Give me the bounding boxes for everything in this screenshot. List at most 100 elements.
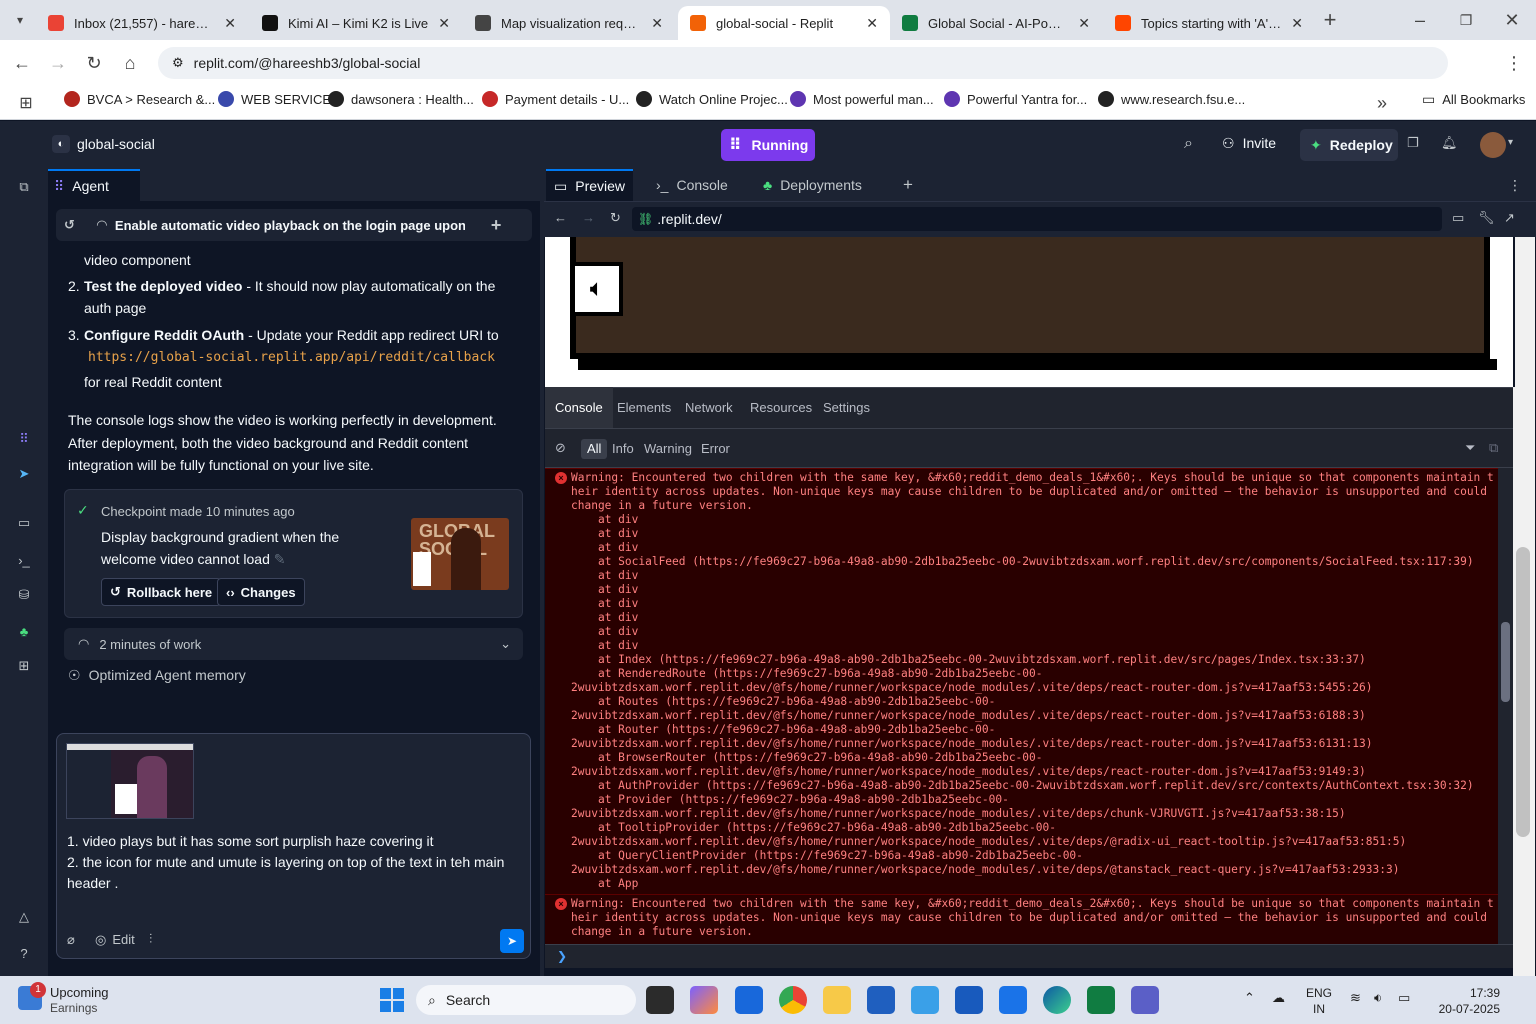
word-icon[interactable] (955, 986, 983, 1014)
help-icon[interactable]: ? (12, 941, 36, 965)
devtools-tab-console[interactable]: Console (545, 387, 613, 428)
maximize-icon[interactable]: ❐ (1454, 8, 1478, 32)
clock[interactable]: 17:39 20-07-2025 (1430, 985, 1500, 1017)
tab-preview[interactable]: ▭ Preview (546, 169, 634, 201)
chrome-icon[interactable] (779, 986, 807, 1014)
reload-icon[interactable]: ↻ (82, 51, 106, 75)
rollback-button[interactable]: ↺ Rollback here (101, 578, 222, 606)
scroll-thumb[interactable] (1501, 622, 1510, 702)
site-info-icon[interactable]: ⚙ (172, 55, 184, 71)
bookmark-item[interactable]: BVCA > Research &... (64, 91, 215, 107)
url-bar[interactable]: ⚙ replit.com/@hareeshb3/global-social (158, 47, 1448, 79)
tab-console[interactable]: ›_ Console (648, 169, 736, 201)
mute-toggle-button[interactable]: 🔈︎ (571, 262, 623, 316)
console-scrollbar[interactable] (1498, 468, 1513, 944)
filter-funnel-icon[interactable]: ⏷ (1465, 440, 1475, 456)
devtools-tab-network[interactable]: Network (675, 387, 743, 428)
bookmark-item[interactable]: www.research.fsu.e... (1098, 91, 1245, 107)
close-tab-icon[interactable]: ✕ (1291, 15, 1303, 32)
wifi-icon[interactable]: ≋ (1350, 990, 1361, 1006)
browser-tab[interactable]: Topics starting with 'A' on ✕ (1103, 6, 1315, 40)
start-button[interactable] (380, 988, 404, 1012)
invite-button[interactable]: ⚇ Invite (1222, 135, 1276, 152)
filter-all[interactable]: All (581, 439, 608, 459)
chevron-down-icon[interactable]: ▾ (1508, 137, 1513, 148)
assistant-icon[interactable]: ➤ (12, 462, 36, 486)
file-explorer-icon[interactable] (823, 986, 851, 1014)
message-composer[interactable]: 1. video plays but it has some sort purp… (56, 733, 531, 959)
filter-info[interactable]: Info (612, 441, 634, 456)
shell-icon[interactable]: ›_ (12, 548, 36, 572)
filter-warning[interactable]: Warning (644, 441, 692, 456)
notifications-bell-icon[interactable]: 🔔︎ (1441, 135, 1458, 151)
forward-icon[interactable]: → (46, 51, 70, 75)
bookmark-item[interactable]: dawsonera : Health... (328, 91, 474, 107)
browser-tab[interactable]: Inbox (21,557) - hareesh.b ✕ (36, 6, 248, 40)
home-icon[interactable]: ⌂ (118, 51, 142, 75)
taskbar-search[interactable]: ⌕ Search (416, 985, 636, 1015)
console-warning-entry[interactable]: × Warning: Encountered two children with … (545, 894, 1498, 942)
bookmark-item[interactable]: Powerful Yantra for... (944, 91, 1087, 107)
bookmark-item[interactable]: Most powerful man... (790, 91, 934, 107)
back-icon[interactable]: ← (10, 51, 34, 75)
edge-icon[interactable] (1043, 986, 1071, 1014)
alerts-icon[interactable]: △ (12, 905, 36, 929)
files-icon[interactable]: ⧉ (12, 175, 36, 199)
redeploy-button[interactable]: ✦ Redeploy (1300, 129, 1398, 161)
forward-icon[interactable]: → (582, 210, 595, 225)
copilot-icon[interactable] (690, 986, 718, 1014)
reload-icon[interactable]: ↻ (610, 210, 621, 226)
database-icon[interactable]: ⛁ (12, 583, 36, 607)
close-tab-icon[interactable]: ✕ (438, 15, 450, 32)
pages-icon[interactable]: ❐ (1407, 135, 1419, 151)
changes-button[interactable]: ‹› Changes (217, 578, 305, 606)
devtools-tab-settings[interactable]: Settings (813, 387, 880, 428)
trello-icon[interactable] (735, 986, 763, 1014)
bookmark-item[interactable]: WEB SERVICE (218, 91, 331, 107)
close-window-icon[interactable]: ✕ (1500, 8, 1524, 32)
excel-icon[interactable] (1087, 986, 1115, 1014)
clear-console-icon[interactable]: ⊘ (555, 440, 566, 456)
task-title-bar[interactable]: ↺ ◠ Enable automatic video playback on t… (56, 209, 532, 241)
notes-icon[interactable] (999, 986, 1027, 1014)
open-new-tab-icon[interactable]: ↗ (1504, 210, 1515, 226)
browser-tab[interactable]: global-social - Replit ✕ (678, 6, 890, 40)
console-prompt[interactable]: ❯ (545, 944, 1513, 968)
agent-icon[interactable]: ⠿ (12, 427, 36, 451)
browser-menu-icon[interactable]: ⋮ (1502, 51, 1526, 75)
composer-text[interactable]: 1. video plays but it has some sort purp… (67, 831, 522, 894)
teams-icon[interactable] (1131, 986, 1159, 1014)
device-icon[interactable]: ▭ (1452, 210, 1464, 226)
more-options-icon[interactable]: ⋮ (1500, 169, 1530, 201)
snipping-icon[interactable] (911, 986, 939, 1014)
widget-title[interactable]: Upcoming (50, 985, 109, 1000)
back-icon[interactable]: ← (554, 210, 567, 225)
store-icon[interactable] (867, 986, 895, 1014)
user-avatar[interactable] (1480, 132, 1506, 158)
checkpoint-thumbnail[interactable]: GLOBALSOCIAL (411, 518, 509, 590)
preview-icon[interactable]: ▭ (12, 511, 36, 535)
settings-sliders-icon[interactable]: ⫶ (149, 931, 152, 947)
all-tools-icon[interactable]: ⊞ (12, 654, 36, 678)
bookmark-item[interactable]: Watch Online Projec... (636, 91, 788, 107)
battery-icon[interactable]: ▭ (1398, 990, 1410, 1006)
close-tab-icon[interactable]: ✕ (224, 15, 236, 32)
devtools-tab-resources[interactable]: Resources (740, 387, 822, 428)
browser-tab[interactable]: Global Social - AI-Powered ✕ (890, 6, 1102, 40)
onedrive-icon[interactable]: ☁ (1272, 990, 1285, 1006)
language-indicator[interactable]: ENG IN (1306, 985, 1332, 1017)
send-button[interactable]: ➤ (500, 929, 524, 953)
attached-screenshot[interactable] (66, 743, 194, 819)
history-icon[interactable]: ↺ (64, 217, 75, 233)
add-tab-icon[interactable]: + (895, 169, 921, 201)
tab-search-icon[interactable]: ▾ (8, 8, 32, 32)
devtools-wrench-icon[interactable]: 🔧︎ (1478, 210, 1495, 226)
project-name[interactable]: global-social (77, 136, 155, 152)
bookmark-item[interactable]: Payment details - U... (482, 91, 629, 107)
close-tab-icon[interactable]: ✕ (1078, 15, 1090, 32)
outer-scrollbar[interactable] (1513, 387, 1535, 976)
all-bookmarks[interactable]: ▭ All Bookmarks (1422, 91, 1525, 108)
close-tab-icon[interactable]: ✕ (866, 15, 878, 32)
browser-tab[interactable]: Map visualization request ✕ (463, 6, 675, 40)
apps-grid-icon[interactable]: ⊞ (14, 91, 38, 115)
